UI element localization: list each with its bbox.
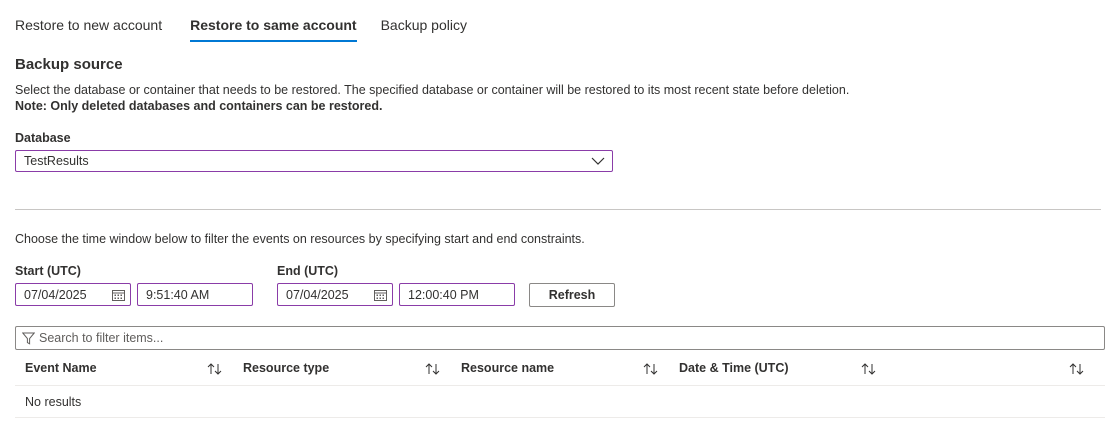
tab-restore-same-account[interactable]: Restore to same account <box>190 0 357 44</box>
section-note: Note: Only deleted databases and contain… <box>15 99 383 113</box>
start-label: Start (UTC) <box>15 264 81 278</box>
column-header-resource-name[interactable]: Resource name <box>461 361 554 375</box>
refresh-button[interactable]: Refresh <box>529 283 615 307</box>
tab-backup-policy[interactable]: Backup policy <box>381 0 467 44</box>
calendar-icon[interactable] <box>112 289 125 301</box>
sort-icon[interactable] <box>207 362 223 376</box>
table-empty-message: No results <box>25 395 82 409</box>
restore-panel: Restore to new account Restore to same a… <box>0 0 1110 442</box>
filter-input[interactable] <box>39 329 1089 347</box>
database-label: Database <box>15 131 71 145</box>
sort-icon[interactable] <box>425 362 441 376</box>
tab-restore-new-account[interactable]: Restore to new account <box>15 0 162 44</box>
chevron-down-icon <box>591 157 605 165</box>
column-header-event-name[interactable]: Event Name <box>25 361 97 375</box>
end-label: End (UTC) <box>277 264 339 278</box>
database-select[interactable]: TestResults <box>15 150 613 172</box>
tab-bar: Restore to new account Restore to same a… <box>15 0 467 44</box>
database-select-value: TestResults <box>24 154 89 168</box>
end-time-input[interactable]: 12:00:40 PM <box>399 283 515 306</box>
section-title: Backup source <box>15 56 123 73</box>
column-header-date-time[interactable]: Date & Time (UTC) <box>679 361 789 375</box>
end-time-value: 12:00:40 PM <box>408 288 479 302</box>
time-window-hint: Choose the time window below to filter t… <box>15 232 585 246</box>
divider <box>15 209 1101 210</box>
end-date-input[interactable]: 07/04/2025 <box>277 283 393 306</box>
filter-box[interactable] <box>15 326 1105 350</box>
end-date-value: 07/04/2025 <box>286 288 349 302</box>
sort-icon[interactable] <box>643 362 659 376</box>
sort-icon[interactable] <box>1069 362 1085 376</box>
filter-icon <box>22 332 35 345</box>
start-date-value: 07/04/2025 <box>24 288 87 302</box>
start-date-input[interactable]: 07/04/2025 <box>15 283 131 306</box>
start-time-value: 9:51:40 AM <box>146 288 210 302</box>
calendar-icon[interactable] <box>374 289 387 301</box>
section-description: Select the database or container that ne… <box>15 83 850 97</box>
column-header-resource-type[interactable]: Resource type <box>243 361 329 375</box>
table-bottom-divider <box>15 417 1105 418</box>
table-header: Event Name Resource type Resource name D… <box>15 351 1105 386</box>
start-time-input[interactable]: 9:51:40 AM <box>137 283 253 306</box>
sort-icon[interactable] <box>861 362 877 376</box>
